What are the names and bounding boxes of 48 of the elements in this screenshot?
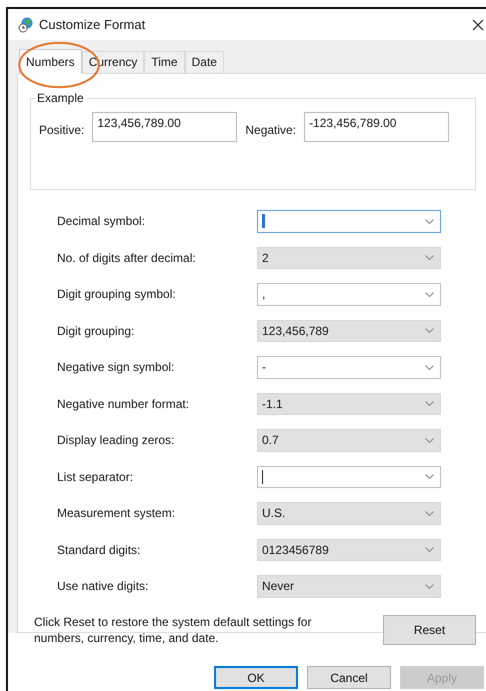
field-label: Standard digits: — [57, 542, 142, 557]
combo-box[interactable]: - — [257, 356, 441, 378]
tab[interactable]: Numbers — [19, 49, 82, 74]
dialog-button[interactable]: Cancel — [307, 666, 391, 689]
chevron-icon — [425, 364, 434, 370]
combo-box[interactable]: , — [257, 283, 441, 306]
chevron-icon — [425, 328, 434, 334]
chevron-icon — [425, 584, 434, 589]
field-label: No. of digits after decimal: — [57, 250, 197, 265]
dropdown[interactable]: 123,456,789 — [257, 320, 441, 342]
reset-button[interactable]: Reset — [383, 614, 476, 644]
field-label: Use native digits: — [57, 579, 150, 594]
field-label: Positive: — [39, 123, 84, 137]
chevron-icon — [425, 292, 434, 297]
field-label: Negative sign symbol: — [57, 360, 176, 374]
reset-note: Click Reset to restore the system default settings for numbers, currency, time, and date. — [34, 614, 312, 646]
chevron-icon — [425, 438, 434, 443]
dropdown[interactable]: -1.1 — [257, 392, 441, 415]
dialog-button[interactable]: OK — [214, 666, 298, 689]
chevron-icon — [425, 547, 434, 552]
window-title: Customize Format — [39, 17, 146, 32]
tab[interactable]: Date — [184, 51, 224, 73]
dropdown[interactable]: 0.7 — [257, 429, 441, 452]
field-label: Negative: — [245, 123, 296, 137]
field-label: List separator: — [57, 470, 134, 484]
dropdown[interactable]: Never — [257, 575, 441, 598]
dropdown[interactable]: 2 — [257, 246, 441, 269]
field-label: Display leading zeros: — [57, 433, 176, 448]
combo-box[interactable] — [257, 210, 441, 232]
dropdown[interactable]: 0123456789 — [257, 538, 441, 561]
field-label: Measurement system: — [57, 506, 176, 520]
field-label: Digit grouping symbol: — [57, 287, 177, 302]
chevron-icon — [425, 401, 434, 406]
chevron-icon — [425, 474, 434, 480]
dropdown[interactable]: U.S. — [257, 502, 441, 524]
example-field: -123,456,789.00 — [304, 112, 450, 142]
chevron-icon — [425, 255, 434, 260]
tab[interactable]: Time — [144, 51, 185, 73]
globe-icon — [18, 16, 34, 32]
field-label: Digit grouping: — [57, 324, 136, 338]
group-title: Example — [35, 91, 86, 105]
chevron-icon — [425, 510, 434, 516]
example-field: 123,456,789.00 — [92, 112, 238, 142]
chevron-icon — [425, 218, 434, 224]
field-label: Negative number format: — [57, 396, 190, 411]
close-icon[interactable] — [472, 18, 484, 30]
field-label: Decimal symbol: — [57, 214, 146, 228]
combo-box[interactable] — [257, 466, 441, 488]
